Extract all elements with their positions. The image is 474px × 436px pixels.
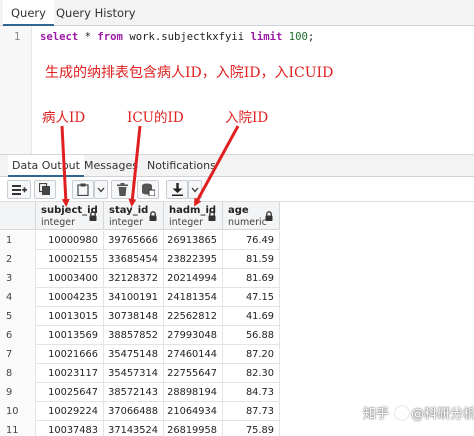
arrow-to-stay-id	[128, 125, 142, 207]
annotation-arrows	[60, 125, 240, 207]
arrow-to-hadm-id	[194, 125, 240, 207]
watermark-text-right: 科研分析	[424, 407, 474, 422]
watermark: 知乎 @科研分析	[363, 403, 474, 422]
watermark-logo-icon	[395, 406, 410, 420]
arrow-to-subject-id	[60, 125, 70, 207]
watermark-text-left: 知乎	[363, 407, 390, 422]
watermark-at: @	[411, 407, 425, 422]
